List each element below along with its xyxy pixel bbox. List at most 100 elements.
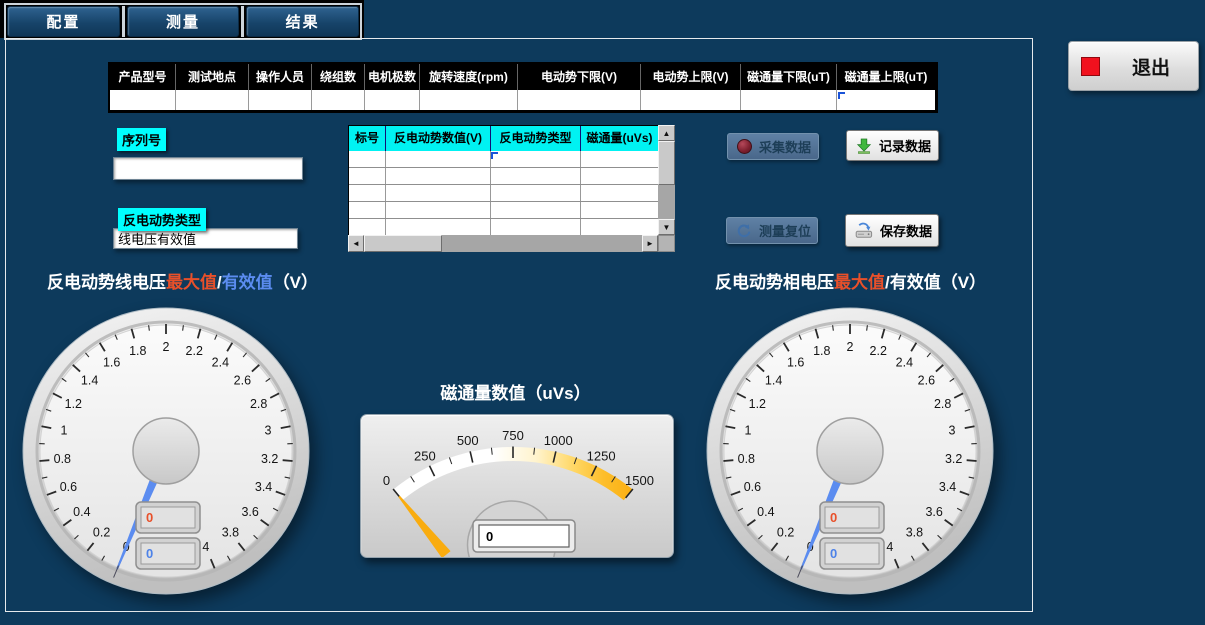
config-cell[interactable]	[365, 90, 420, 110]
scroll-down-icon[interactable]: ▼	[658, 219, 675, 235]
exit-label: 退出	[1132, 53, 1170, 80]
result-cell[interactable]	[386, 185, 491, 201]
svg-text:4: 4	[886, 540, 893, 554]
result-cell[interactable]	[491, 168, 581, 184]
svg-text:1250: 1250	[587, 448, 616, 463]
result-cell[interactable]	[491, 151, 581, 167]
config-cell[interactable]	[176, 90, 249, 110]
result-cell[interactable]	[581, 168, 659, 184]
svg-text:1.2: 1.2	[65, 397, 82, 411]
scrollbar-corner	[658, 235, 675, 252]
result-table-row	[349, 202, 659, 219]
result-cell[interactable]	[581, 151, 659, 167]
svg-text:250: 250	[414, 448, 436, 463]
config-cell[interactable]	[420, 90, 518, 110]
svg-text:1.6: 1.6	[787, 355, 804, 369]
svg-text:2.4: 2.4	[212, 355, 229, 369]
svg-text:0.2: 0.2	[777, 526, 794, 540]
record-dot-icon	[737, 139, 752, 154]
result-vscrollbar[interactable]: ▲ ▼	[658, 125, 675, 235]
svg-text:2.4: 2.4	[896, 355, 913, 369]
config-cell[interactable]	[641, 90, 741, 110]
svg-text:2.8: 2.8	[934, 397, 951, 411]
svg-text:2.8: 2.8	[250, 397, 267, 411]
result-cell[interactable]	[349, 168, 386, 184]
save-data-button[interactable]: 保存数据	[845, 214, 939, 247]
svg-text:1.8: 1.8	[813, 344, 830, 358]
config-col-header: 产品型号	[110, 64, 176, 90]
svg-text:1.4: 1.4	[81, 373, 98, 387]
config-cell[interactable]	[518, 90, 641, 110]
result-table-row	[349, 151, 659, 168]
svg-text:1.4: 1.4	[765, 373, 782, 387]
config-table: 产品型号测试地点操作人员绕组数电机极数旋转速度(rpm)电动势下限(V)电动势上…	[108, 62, 938, 113]
result-cell[interactable]	[491, 185, 581, 201]
tab-1[interactable]: 配置	[7, 6, 120, 37]
svg-text:4: 4	[202, 540, 209, 554]
result-hscrollbar[interactable]: ◄ ►	[348, 235, 658, 252]
tab-3[interactable]: 结果	[246, 6, 359, 37]
config-cell[interactable]	[110, 90, 176, 110]
result-cell[interactable]	[386, 151, 491, 167]
svg-text:2: 2	[847, 340, 854, 354]
emf-type-select[interactable]	[113, 228, 298, 249]
record-data-button[interactable]: 记录数据	[846, 130, 939, 161]
exit-button[interactable]: 退出	[1068, 41, 1199, 91]
flux-meter: 02505007501000125015000	[360, 414, 674, 558]
hscroll-thumb[interactable]	[364, 235, 442, 252]
gauge-title-part: 最大值	[834, 273, 885, 292]
svg-text:0.8: 0.8	[738, 452, 755, 466]
phase-voltage-gauge-title: 反电动势相电压最大值/有效值（V）	[708, 268, 993, 293]
gauge-title-part: 反电动势相电压	[715, 273, 834, 292]
svg-text:3.6: 3.6	[925, 505, 942, 519]
flux-meter-title: 磁通量数值（uVs）	[398, 379, 633, 404]
acquire-data-label: 采集数据	[759, 137, 811, 156]
config-table-row	[110, 90, 935, 110]
tab-2[interactable]: 测量	[127, 6, 240, 37]
config-cell[interactable]	[249, 90, 312, 110]
svg-text:1000: 1000	[544, 433, 573, 448]
svg-text:1: 1	[61, 424, 68, 438]
svg-text:3: 3	[265, 424, 272, 438]
svg-text:500: 500	[457, 433, 479, 448]
config-col-header: 测试地点	[176, 64, 249, 90]
result-cell[interactable]	[349, 185, 386, 201]
svg-text:3.2: 3.2	[261, 452, 278, 466]
result-table-row	[349, 219, 659, 236]
result-table-row	[349, 168, 659, 185]
measure-reset-button[interactable]: 测量复位	[726, 217, 818, 244]
tab-divider	[122, 6, 125, 37]
svg-text:1.6: 1.6	[103, 355, 120, 369]
result-cell[interactable]	[349, 219, 386, 235]
line-voltage-gauge-title: 反电动势线电压最大值/有效值（V）	[20, 268, 345, 293]
result-cell[interactable]	[491, 219, 581, 235]
config-col-header: 磁通量上限(uT)	[837, 64, 935, 90]
lg-display-rms: 0	[146, 546, 153, 561]
config-cell[interactable]	[837, 90, 935, 110]
scroll-left-icon[interactable]: ◄	[348, 235, 364, 252]
result-cell[interactable]	[581, 202, 659, 218]
result-cell[interactable]	[491, 202, 581, 218]
cell-cursor-mark	[838, 92, 845, 99]
line-voltage-gauge: 00.20.40.60.811.21.41.61.822.22.42.62.83…	[16, 296, 316, 608]
download-arrow-icon	[856, 138, 872, 154]
svg-text:3: 3	[949, 424, 956, 438]
result-cell[interactable]	[349, 151, 386, 167]
result-cell[interactable]	[386, 202, 491, 218]
result-cell[interactable]	[386, 168, 491, 184]
result-cell[interactable]	[581, 219, 659, 235]
serial-input[interactable]	[113, 157, 303, 180]
result-cell[interactable]	[386, 219, 491, 235]
config-col-header: 磁通量下限(uT)	[741, 64, 837, 90]
svg-text:3.4: 3.4	[939, 480, 956, 494]
scroll-right-icon[interactable]: ►	[642, 235, 658, 252]
flux-display-value: 0	[486, 529, 493, 544]
config-cell[interactable]	[312, 90, 365, 110]
svg-text:0.2: 0.2	[93, 526, 110, 540]
acquire-data-button[interactable]: 采集数据	[727, 133, 819, 160]
result-cell[interactable]	[349, 202, 386, 218]
result-cell[interactable]	[581, 185, 659, 201]
vscroll-thumb[interactable]	[658, 141, 675, 185]
scroll-up-icon[interactable]: ▲	[658, 125, 675, 141]
config-cell[interactable]	[741, 90, 837, 110]
